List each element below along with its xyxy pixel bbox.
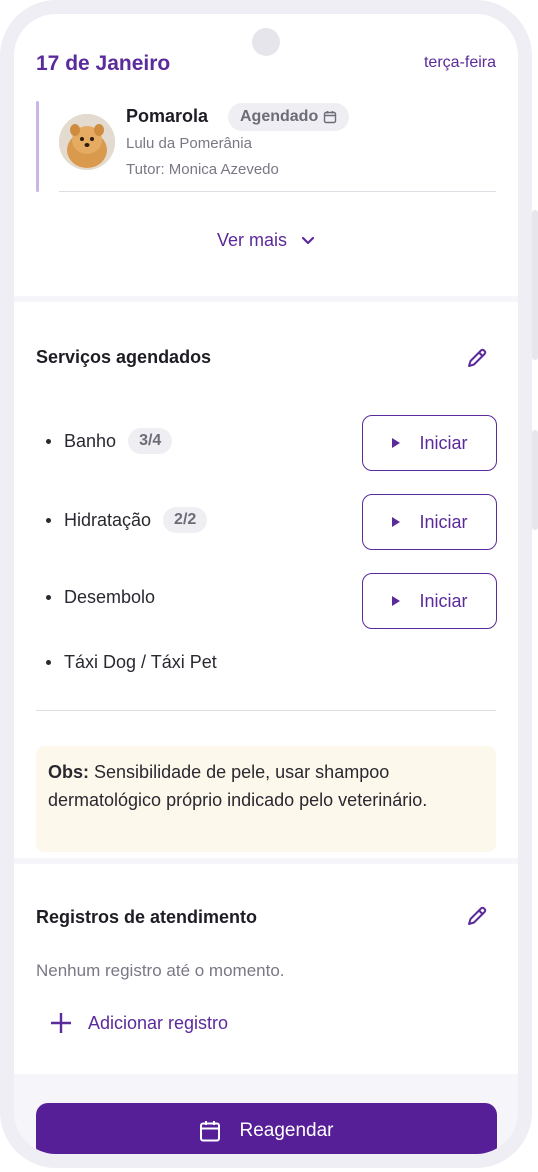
pet-tutor: Tutor: Monica Azevedo	[126, 161, 279, 178]
reschedule-button[interactable]: Reagendar	[36, 1103, 497, 1154]
services-title: Serviços agendados	[36, 347, 212, 367]
chevron-down-icon	[301, 236, 315, 244]
pet-avatar	[59, 114, 115, 170]
bullet	[46, 595, 51, 600]
service-label: Hidratação	[64, 509, 152, 530]
ver-mais-label: Ver mais	[216, 230, 288, 250]
play-icon	[392, 596, 401, 606]
obs-text: Sensibilidade de pele, usar shampoo derm…	[48, 762, 428, 810]
add-record-label: Adicionar registro	[88, 1012, 229, 1033]
bullet	[46, 517, 51, 523]
appointment-weekday: terça-feira	[423, 54, 496, 71]
iniciar-button[interactable]: Iniciar	[362, 494, 497, 550]
pet-breed: Lulu da Pomerânia	[126, 135, 252, 152]
iniciar-label: Iniciar	[419, 590, 468, 611]
service-item-desembolo: Desembolo	[46, 587, 155, 608]
side-button	[532, 210, 538, 360]
observation-note: Obs: Sensibilidade de pele, usar shampoo…	[36, 746, 496, 852]
records-title: Registros de atendimento	[36, 907, 258, 927]
service-label: Desembolo	[64, 587, 156, 607]
divider	[36, 710, 496, 711]
camera-notch	[252, 28, 280, 56]
side-button	[532, 430, 538, 530]
add-record-button[interactable]: Adicionar registro	[50, 1012, 228, 1034]
pencil-icon[interactable]	[466, 347, 488, 369]
ver-mais-button[interactable]: Ver mais	[14, 230, 518, 251]
service-label: Táxi Dog / Táxi Pet	[64, 652, 217, 672]
status-badge: Agendado	[228, 103, 350, 131]
appointment-card: 17 de Janeiro terça-feira Pomarola Agend…	[14, 14, 518, 296]
status-badge-label: Agendado	[240, 108, 319, 125]
calendar-icon	[324, 111, 337, 124]
service-label: Banho	[64, 430, 117, 451]
plus-icon	[51, 1013, 71, 1033]
reschedule-label: Reagendar	[239, 1120, 334, 1141]
services-card: Serviços agendados Banho 3/4 Iniciar Hid…	[14, 302, 518, 858]
service-count: 2/2	[163, 507, 208, 533]
appointment-date: 17 de Janeiro	[36, 52, 171, 75]
divider	[59, 191, 496, 192]
service-item-taxi: Táxi Dog / Táxi Pet	[46, 652, 217, 673]
pencil-icon[interactable]	[466, 905, 488, 927]
pet-accent-bar	[36, 101, 39, 192]
iniciar-button[interactable]: Iniciar	[362, 573, 497, 629]
phone-frame: 17 de Janeiro terça-feira Pomarola Agend…	[0, 0, 532, 1168]
records-empty-text: Nenhum registro até o momento.	[36, 961, 285, 980]
bullet	[46, 438, 51, 444]
service-item-banho: Banho 3/4	[46, 428, 173, 454]
bullet	[46, 660, 51, 665]
records-card: Registros de atendimento Nenhum registro…	[14, 864, 518, 1074]
obs-label: Obs:	[48, 762, 90, 782]
play-icon	[392, 517, 401, 527]
calendar-icon	[200, 1121, 221, 1142]
screen: 17 de Janeiro terça-feira Pomarola Agend…	[14, 14, 518, 1154]
service-count: 3/4	[128, 428, 173, 454]
iniciar-label: Iniciar	[419, 432, 468, 453]
service-item-hidratacao: Hidratação 2/2	[46, 507, 208, 533]
iniciar-label: Iniciar	[419, 511, 468, 532]
iniciar-button[interactable]: Iniciar	[362, 415, 497, 471]
pet-name: Pomarola	[126, 106, 209, 126]
play-icon	[392, 438, 401, 448]
